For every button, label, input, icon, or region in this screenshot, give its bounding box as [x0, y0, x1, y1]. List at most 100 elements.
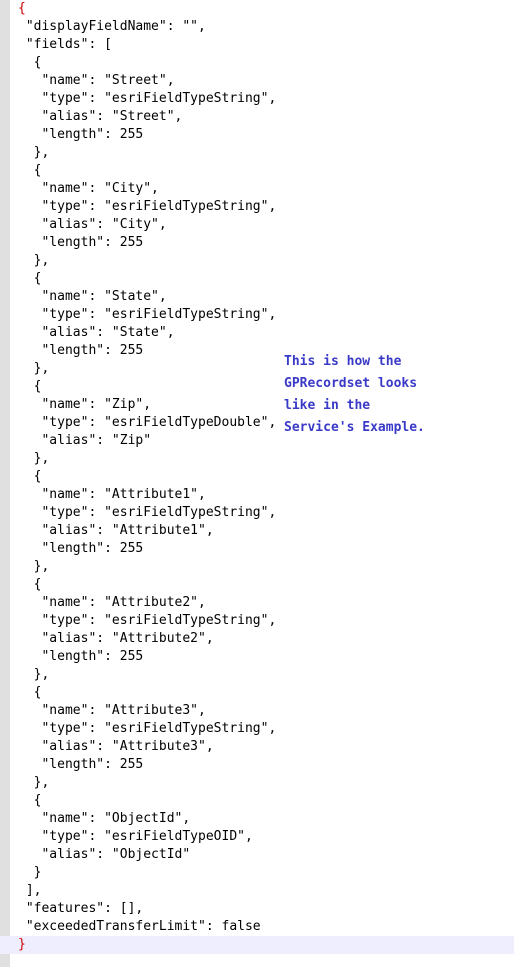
code-line: "type": "esriFieldTypeString", — [0, 612, 514, 630]
code-line: "name": "City", — [0, 180, 514, 198]
code-line: "alias": "State", — [0, 324, 514, 342]
code-line: "type": "esriFieldTypeString", — [0, 720, 514, 738]
code-line-text: { — [18, 469, 42, 484]
code-line-text: "alias": "City", — [18, 217, 167, 232]
code-line: "length": 255 — [0, 234, 514, 252]
code-line-text: "name": "City", — [18, 181, 159, 196]
code-line-text: }, — [18, 559, 50, 574]
code-line-text: "name": "Attribute1", — [18, 487, 206, 502]
code-line-text: }, — [18, 361, 50, 376]
code-line-text: }, — [18, 775, 50, 790]
code-line-text: "name": "ObjectId", — [18, 811, 191, 826]
code-line-text: ], — [18, 883, 42, 898]
code-line: "fields": [ — [0, 36, 514, 54]
annotation-line: GPRecordset looks — [284, 376, 418, 391]
code-line: { — [0, 0, 514, 18]
code-line-text: "length": 255 — [18, 541, 144, 556]
code-line: ], — [0, 882, 514, 900]
code-line: "alias": "Attribute1", — [0, 522, 514, 540]
annotation-callout: This is how the GPRecordset looks like in … — [284, 351, 504, 439]
code-line-text: }, — [18, 667, 50, 682]
code-line-text: "alias": "State", — [18, 325, 175, 340]
code-line-text: "alias": "Attribute2", — [18, 631, 214, 646]
code-line-text: { — [18, 271, 42, 286]
code-line-text: "name": "Zip", — [18, 397, 152, 412]
code-line: "alias": "City", — [0, 216, 514, 234]
code-line-text: "name": "Attribute3", — [18, 703, 206, 718]
code-line: "name": "Street", — [0, 72, 514, 90]
code-line: }, — [0, 252, 514, 270]
code-line: }, — [0, 450, 514, 468]
code-line-text: }, — [18, 145, 50, 160]
code-line-text: "length": 255 — [18, 757, 144, 772]
code-line: { — [0, 270, 514, 288]
code-line: "alias": "Attribute3", — [0, 738, 514, 756]
code-line-text: "features": [], — [18, 901, 144, 916]
code-line-text: "length": 255 — [18, 127, 144, 142]
code-line: "length": 255 — [0, 126, 514, 144]
annotation-line: Service's Example. — [284, 420, 425, 435]
code-line: }, — [0, 666, 514, 684]
code-line-text: "name": "State", — [18, 289, 167, 304]
code-line-text: { — [18, 55, 42, 70]
code-line-text: "alias": "Street", — [18, 109, 183, 124]
code-line: "length": 255 — [0, 756, 514, 774]
code-line: "type": "esriFieldTypeString", — [0, 306, 514, 324]
code-line-text: "type": "esriFieldTypeOID", — [18, 829, 253, 844]
code-line: "name": "Attribute1", — [0, 486, 514, 504]
code-line: { — [0, 792, 514, 810]
code-line-text: "length": 255 — [18, 343, 144, 358]
code-line-text: } — [18, 937, 26, 952]
code-line: "exceededTransferLimit": false — [0, 918, 514, 936]
code-line: "type": "esriFieldTypeString", — [0, 504, 514, 522]
json-code-viewer: { "displayFieldName": "", "fields": [ { … — [0, 0, 514, 967]
code-line: } — [0, 864, 514, 882]
code-line-text: "name": "Street", — [18, 73, 175, 88]
code-line: "displayFieldName": "", — [0, 18, 514, 36]
code-line: }, — [0, 144, 514, 162]
code-line-text: { — [18, 577, 42, 592]
code-line: { — [0, 162, 514, 180]
code-line-text: "alias": "Zip" — [18, 433, 152, 448]
code-line-text: { — [18, 163, 42, 178]
code-line: { — [0, 468, 514, 486]
code-listing[interactable]: { "displayFieldName": "", "fields": [ { … — [0, 0, 514, 967]
code-line: }, — [0, 558, 514, 576]
code-line: "name": "Attribute3", — [0, 702, 514, 720]
code-line: "features": [], — [0, 900, 514, 918]
code-line: "type": "esriFieldTypeString", — [0, 198, 514, 216]
code-line-text: "type": "esriFieldTypeString", — [18, 199, 277, 214]
code-line: "type": "esriFieldTypeString", — [0, 90, 514, 108]
annotation-line: like in the — [284, 398, 371, 413]
code-line: { — [0, 576, 514, 594]
code-line: "alias": "Attribute2", — [0, 630, 514, 648]
code-line-text: "exceededTransferLimit": false — [18, 919, 261, 934]
code-line-text: { — [18, 1, 26, 16]
code-line: "type": "esriFieldTypeOID", — [0, 828, 514, 846]
code-line-text: "fields": [ — [18, 37, 112, 52]
code-line-text: "alias": "Attribute3", — [18, 739, 214, 754]
code-line-text: "type": "esriFieldTypeString", — [18, 505, 277, 520]
code-line-text: "type": "esriFieldTypeString", — [18, 613, 277, 628]
code-line: }, — [0, 774, 514, 792]
code-line-text: "type": "esriFieldTypeString", — [18, 91, 277, 106]
code-line-text: }, — [18, 253, 50, 268]
code-line-text: "length": 255 — [18, 235, 144, 250]
code-line-text: { — [18, 685, 42, 700]
code-line: } — [0, 936, 514, 954]
code-line: "alias": "ObjectId" — [0, 846, 514, 864]
code-line-text: { — [18, 793, 42, 808]
code-line: "length": 255 — [0, 648, 514, 666]
code-line: { — [0, 684, 514, 702]
code-line: "length": 255 — [0, 540, 514, 558]
code-line-text: "length": 255 — [18, 649, 144, 664]
code-line-text: "alias": "Attribute1", — [18, 523, 214, 538]
code-line: "name": "State", — [0, 288, 514, 306]
code-line-text: "type": "esriFieldTypeString", — [18, 721, 277, 736]
code-line: "alias": "Street", — [0, 108, 514, 126]
code-line-text: "type": "esriFieldTypeString", — [18, 307, 277, 322]
code-line-text: "displayFieldName": "", — [18, 19, 206, 34]
code-line-text: "name": "Attribute2", — [18, 595, 206, 610]
code-line: { — [0, 54, 514, 72]
code-line-text: { — [18, 379, 42, 394]
